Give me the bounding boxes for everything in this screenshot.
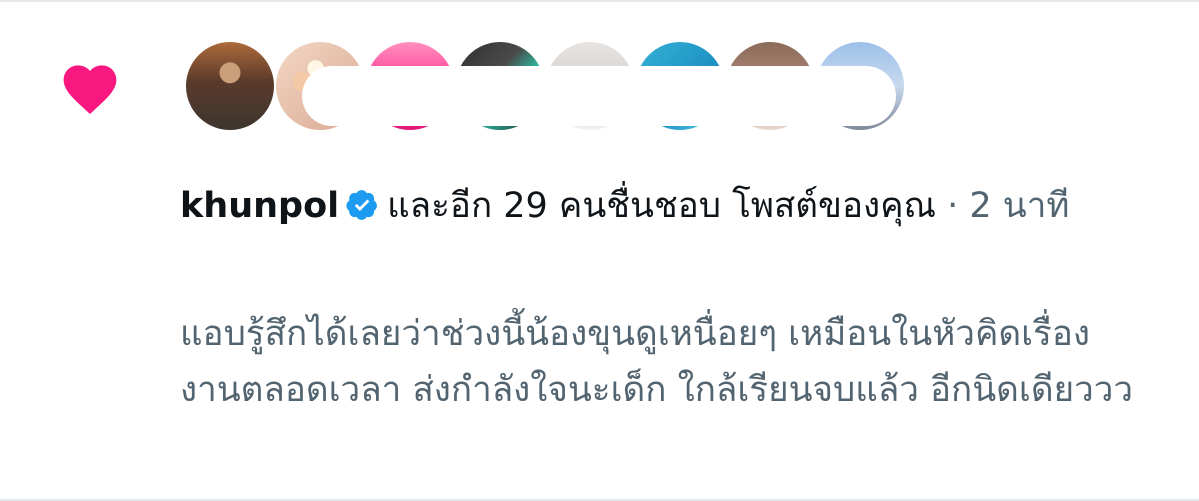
timestamp[interactable]: 2 นาที	[969, 186, 1069, 226]
verified-badge-icon	[346, 190, 378, 220]
avatar[interactable]	[184, 40, 276, 132]
separator-dot: ·	[947, 186, 959, 226]
post-text[interactable]: แอบรู้สึกได้เลยว่าช่วงนี้น้องขุนดูเหนื่อ…	[180, 306, 1140, 418]
heart-icon	[63, 65, 117, 114]
action-text: และอีก 29 คนชื่นชอบ โพสต์ของคุณ	[387, 186, 936, 226]
username-link[interactable]: khunpol	[180, 186, 339, 226]
top-divider	[0, 0, 1199, 2]
like-notice[interactable]: khunpol และอีก 29 คนชื่นชอบ โพสต์ของคุณ ·…	[180, 178, 1140, 234]
redaction-overlay	[302, 66, 896, 126]
